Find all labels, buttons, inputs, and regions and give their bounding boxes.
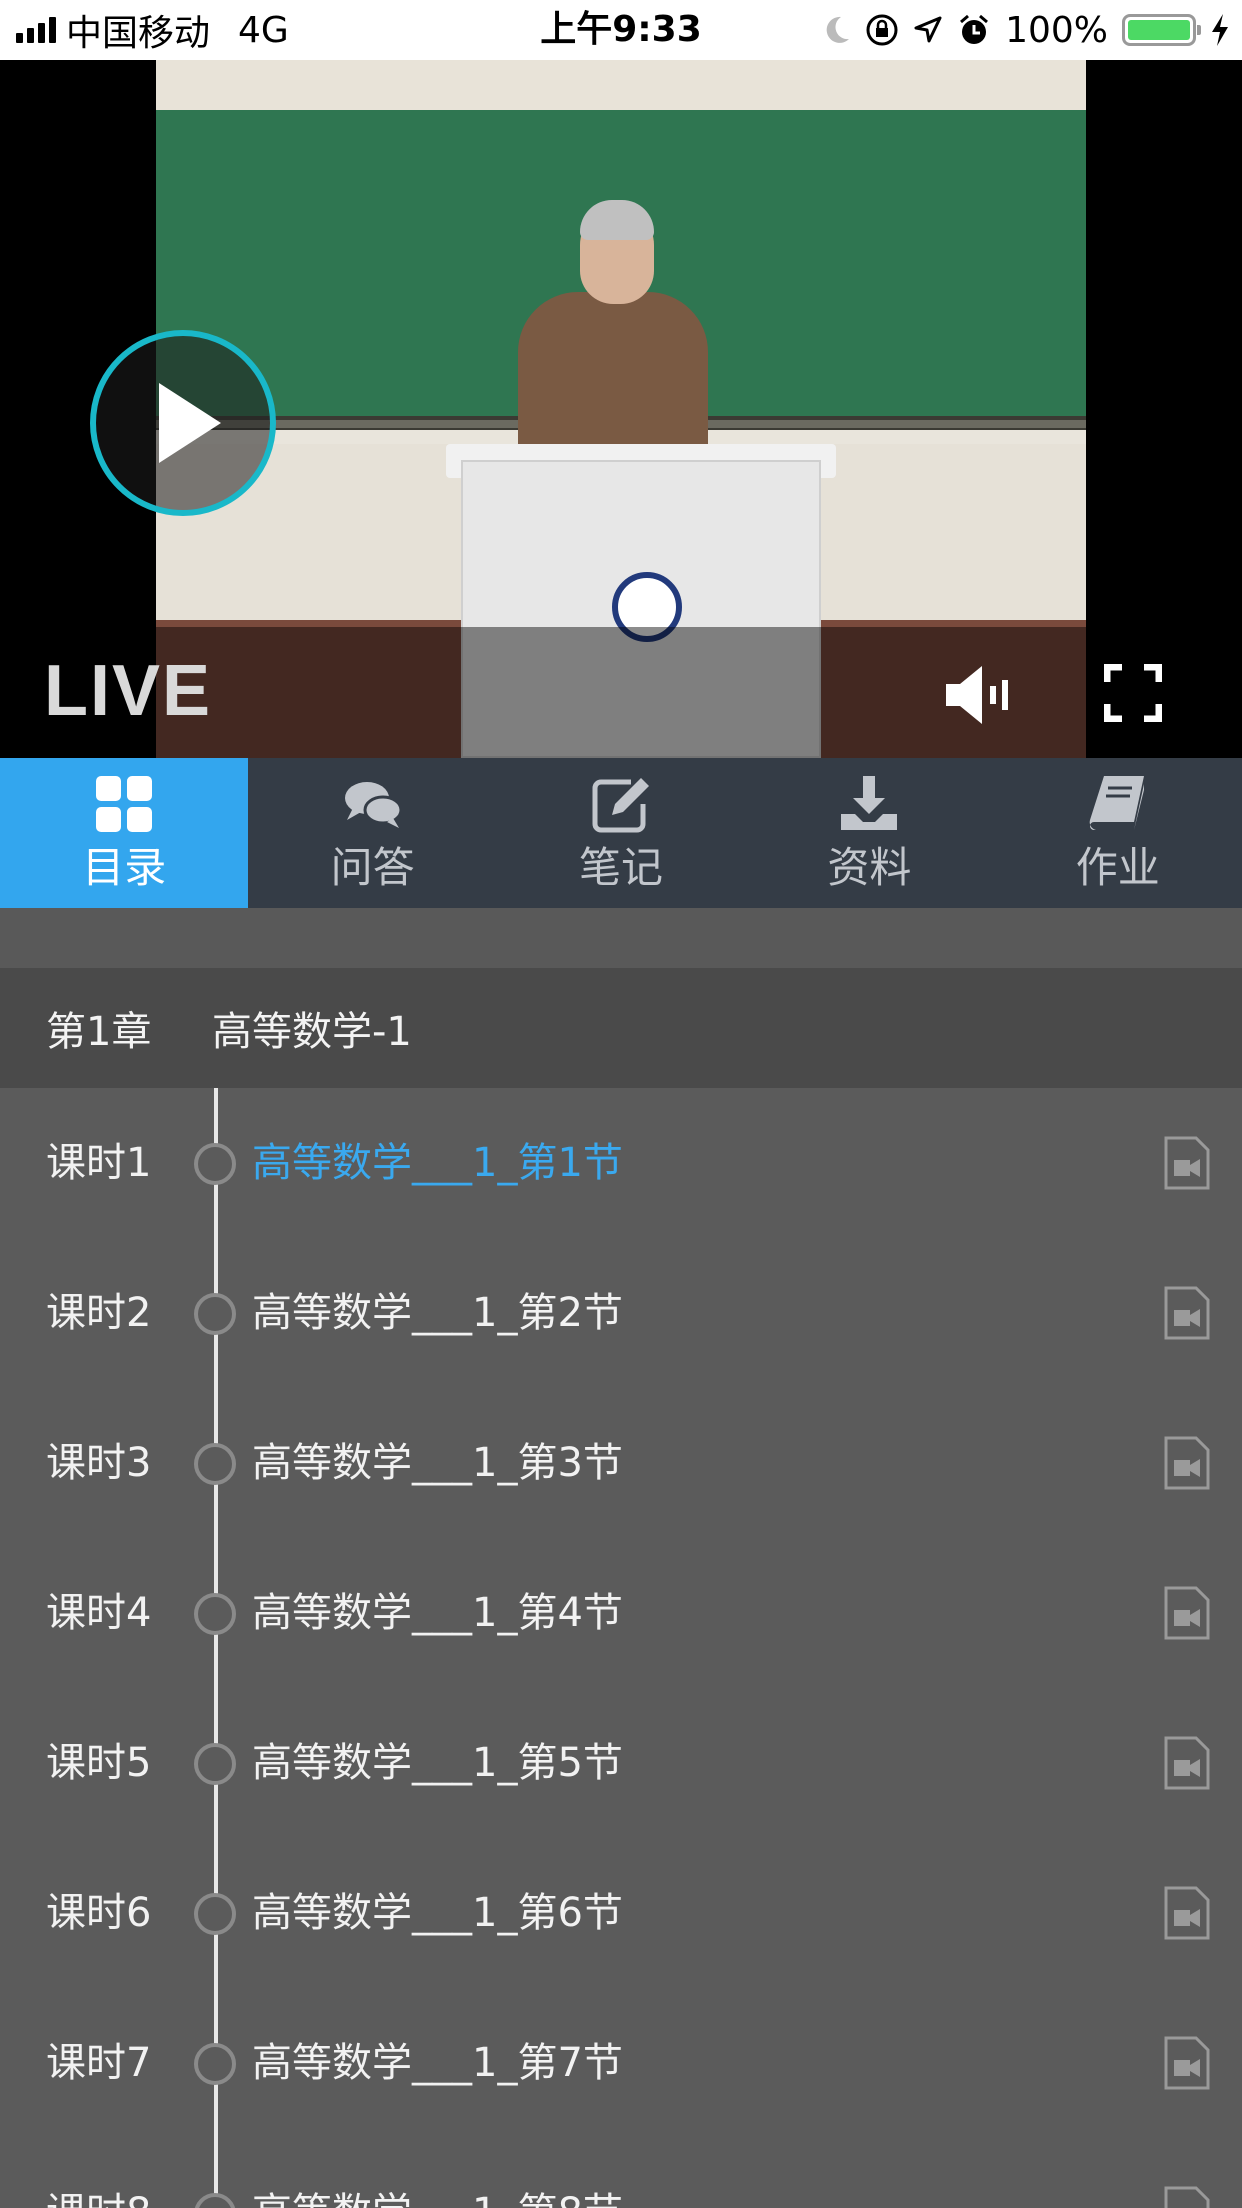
timeline-dot (194, 1293, 236, 1335)
timeline-dot (194, 2043, 236, 2085)
location-icon (914, 16, 942, 43)
tab-label: 作业 (1075, 843, 1160, 892)
tab-notes[interactable]: 笔记 (497, 758, 745, 908)
video-file-icon[interactable] (1164, 1286, 1210, 1340)
moon-icon (826, 16, 850, 43)
timeline-dot (194, 2193, 236, 2208)
battery-icon (1122, 14, 1201, 46)
tab-qa[interactable]: 问答 (248, 758, 496, 908)
status-bar: 中国移动 4G 上午9:33 100% (0, 0, 1242, 60)
tab-materials[interactable]: 资料 (745, 758, 993, 908)
timeline-dot (194, 1443, 236, 1485)
tab-label: 资料 (827, 843, 912, 892)
section-spacer (0, 908, 1242, 968)
timeline-dot (194, 1743, 236, 1785)
lesson-number: 课时7 (46, 2040, 152, 2086)
video-player[interactable]: LIVE (0, 60, 1242, 758)
status-left: 中国移动 4G (16, 0, 289, 60)
grid-icon (96, 776, 153, 832)
status-right: 100% (823, 0, 1230, 60)
charging-icon (1212, 14, 1228, 46)
lesson-item[interactable]: 课时1 高等数学___1_第1节 (0, 1088, 1242, 1238)
lesson-title: 高等数学___1_第5节 (252, 1740, 623, 1786)
lesson-number: 课时8 (46, 2188, 151, 2208)
tab-homework[interactable]: 作业 (994, 758, 1242, 908)
video-file-icon[interactable] (1164, 1136, 1210, 1190)
lesson-title: 高等数学___1_第4节 (252, 1590, 623, 1636)
lesson-title: 高等数学___1_第1节 (252, 1140, 623, 1186)
lesson-item[interactable]: 课时2 高等数学___1_第2节 (0, 1238, 1242, 1388)
lesson-list: 课时1 高等数学___1_第1节 课时2 高等数学___1_第2节 课时3 高等… (0, 1088, 1242, 2208)
signal-icon (16, 17, 56, 43)
tab-bar: 目录 问答 笔记 资料 作业 (0, 758, 1242, 908)
lesson-item[interactable]: 课时7 高等数学___1_第7节 (0, 1988, 1242, 2138)
chapter-title: 高等数学-1 (212, 1009, 412, 1055)
lesson-title: 高等数学___1_第8节 (252, 2188, 623, 2208)
download-icon (841, 776, 898, 830)
lesson-number: 课时6 (46, 1890, 152, 1936)
timeline-dot (194, 1593, 236, 1635)
lesson-number: 课时4 (46, 1590, 152, 1636)
lesson-item[interactable]: 课时8 高等数学___1_第8节 (0, 2138, 1242, 2208)
lesson-title: 高等数学___1_第3节 (252, 1440, 623, 1486)
chapter-header[interactable]: 第1章 高等数学-1 (0, 968, 1242, 1088)
battery-percent: 100% (1005, 9, 1108, 51)
video-file-icon[interactable] (1164, 1886, 1210, 1940)
network-type: 4G (238, 9, 289, 51)
tab-label: 笔记 (578, 843, 663, 892)
video-file-icon[interactable] (1164, 1736, 1210, 1790)
alarm-icon (960, 14, 989, 44)
lesson-title: 高等数学___1_第7节 (252, 2040, 623, 2086)
edit-icon (592, 778, 649, 833)
timeline-dot (194, 1143, 236, 1185)
carrier-name: 中国移动 (66, 13, 211, 54)
play-button[interactable] (90, 330, 276, 516)
video-file-icon[interactable] (1164, 1436, 1210, 1490)
chat-icon (344, 782, 403, 828)
lesson-item[interactable]: 课时3 高等数学___1_第3节 (0, 1388, 1242, 1538)
tab-catalog[interactable]: 目录 (0, 758, 249, 908)
lesson-item[interactable]: 课时5 高等数学___1_第5节 (0, 1688, 1242, 1838)
lesson-title: 高等数学___1_第6节 (252, 1890, 623, 1936)
live-label: LIVE (44, 651, 213, 731)
lesson-item[interactable]: 课时4 高等数学___1_第4节 (0, 1538, 1242, 1688)
lesson-number: 课时3 (46, 1440, 152, 1486)
lesson-title: 高等数学___1_第2节 (252, 1290, 623, 1336)
timeline-dot (194, 1893, 236, 1935)
lesson-item[interactable]: 课时6 高等数学___1_第6节 (0, 1838, 1242, 1988)
volume-icon[interactable] (942, 660, 1014, 730)
video-file-icon[interactable] (1164, 1586, 1210, 1640)
fullscreen-icon[interactable] (1104, 664, 1162, 722)
chapter-number: 第1章 (46, 1009, 152, 1055)
video-file-icon[interactable] (1164, 2036, 1210, 2090)
play-icon (159, 383, 221, 463)
orientation-lock-icon (866, 14, 898, 46)
tab-label: 问答 (330, 843, 415, 892)
lesson-number: 课时1 (46, 1140, 152, 1186)
video-file-icon[interactable] (1164, 2186, 1210, 2208)
book-icon (1089, 776, 1144, 830)
lesson-number: 课时2 (46, 1290, 152, 1336)
lesson-number: 课时5 (46, 1740, 152, 1786)
tab-label: 目录 (82, 843, 167, 892)
